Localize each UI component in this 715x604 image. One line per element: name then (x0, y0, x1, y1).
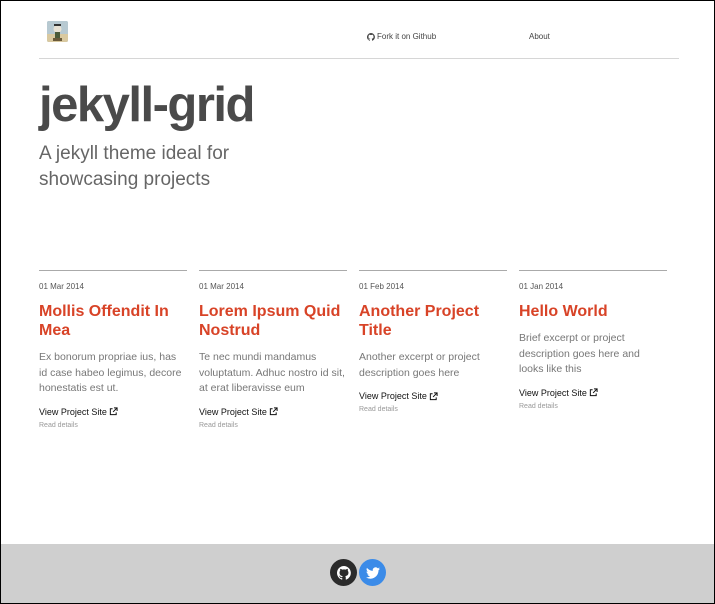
card-title-link[interactable]: Mollis Offendit In Mea (39, 302, 187, 340)
github-social-button[interactable] (330, 559, 357, 586)
page: Fork it on Github About jekyll-grid A je… (1, 1, 714, 603)
site-header: Fork it on Github About (39, 19, 679, 59)
read-details-link[interactable]: Read details (519, 403, 667, 410)
project-card: 01 Feb 2014 Another Project Title Anothe… (359, 270, 507, 413)
card-excerpt: Another excerpt or project description g… (359, 351, 480, 379)
project-card: 01 Mar 2014 Mollis Offendit In Mea Ex bo… (39, 270, 187, 429)
view-project-link[interactable]: View Project Site (199, 407, 347, 417)
nav-about[interactable]: About (529, 32, 550, 41)
external-link-icon (109, 407, 118, 416)
card-date: 01 Mar 2014 (39, 282, 84, 291)
external-link-icon (589, 388, 598, 397)
card-excerpt: Ex bonorum propriae ius, has id case hab… (39, 351, 182, 394)
project-card: 01 Mar 2014 Lorem Ipsum Quid Nostrud Te … (199, 270, 347, 429)
avatar-icon (47, 21, 68, 42)
twitter-icon (365, 566, 380, 579)
card-date: 01 Mar 2014 (199, 282, 244, 291)
view-project-label: View Project Site (39, 406, 107, 417)
project-card: 01 Jan 2014 Hello World Brief excerpt or… (519, 270, 667, 410)
card-date: 01 Feb 2014 (359, 282, 404, 291)
view-project-label: View Project Site (199, 406, 267, 417)
github-icon (336, 565, 351, 580)
view-project-link[interactable]: View Project Site (39, 407, 187, 417)
site-title: jekyll-grid (39, 78, 255, 132)
card-title-link[interactable]: Another Project Title (359, 302, 507, 340)
view-project-link[interactable]: View Project Site (519, 388, 667, 398)
read-details-link[interactable]: Read details (359, 406, 507, 413)
card-excerpt: Brief excerpt or project description goe… (519, 332, 640, 375)
nav-fork-github[interactable]: Fork it on Github (367, 32, 436, 41)
view-project-label: View Project Site (359, 391, 427, 401)
view-project-link[interactable]: View Project Site (359, 391, 507, 401)
twitter-social-button[interactable] (359, 559, 386, 586)
read-details-link[interactable]: Read details (39, 422, 187, 429)
view-project-label: View Project Site (519, 387, 587, 398)
nav-fork-label: Fork it on Github (377, 32, 437, 41)
external-link-icon (429, 391, 438, 400)
external-link-icon (269, 407, 278, 416)
github-icon (367, 32, 375, 41)
site-footer (1, 544, 714, 603)
read-details-link[interactable]: Read details (199, 422, 347, 429)
site-logo[interactable] (47, 21, 68, 42)
card-date: 01 Jan 2014 (519, 282, 564, 291)
card-title-link[interactable]: Lorem Ipsum Quid Nostrud (199, 302, 347, 340)
card-excerpt: Te nec mundi mandamus voluptatum. Adhuc … (199, 351, 345, 394)
card-title-link[interactable]: Hello World (519, 302, 667, 321)
site-tagline: A jekyll theme ideal for showcasing proj… (39, 143, 230, 190)
